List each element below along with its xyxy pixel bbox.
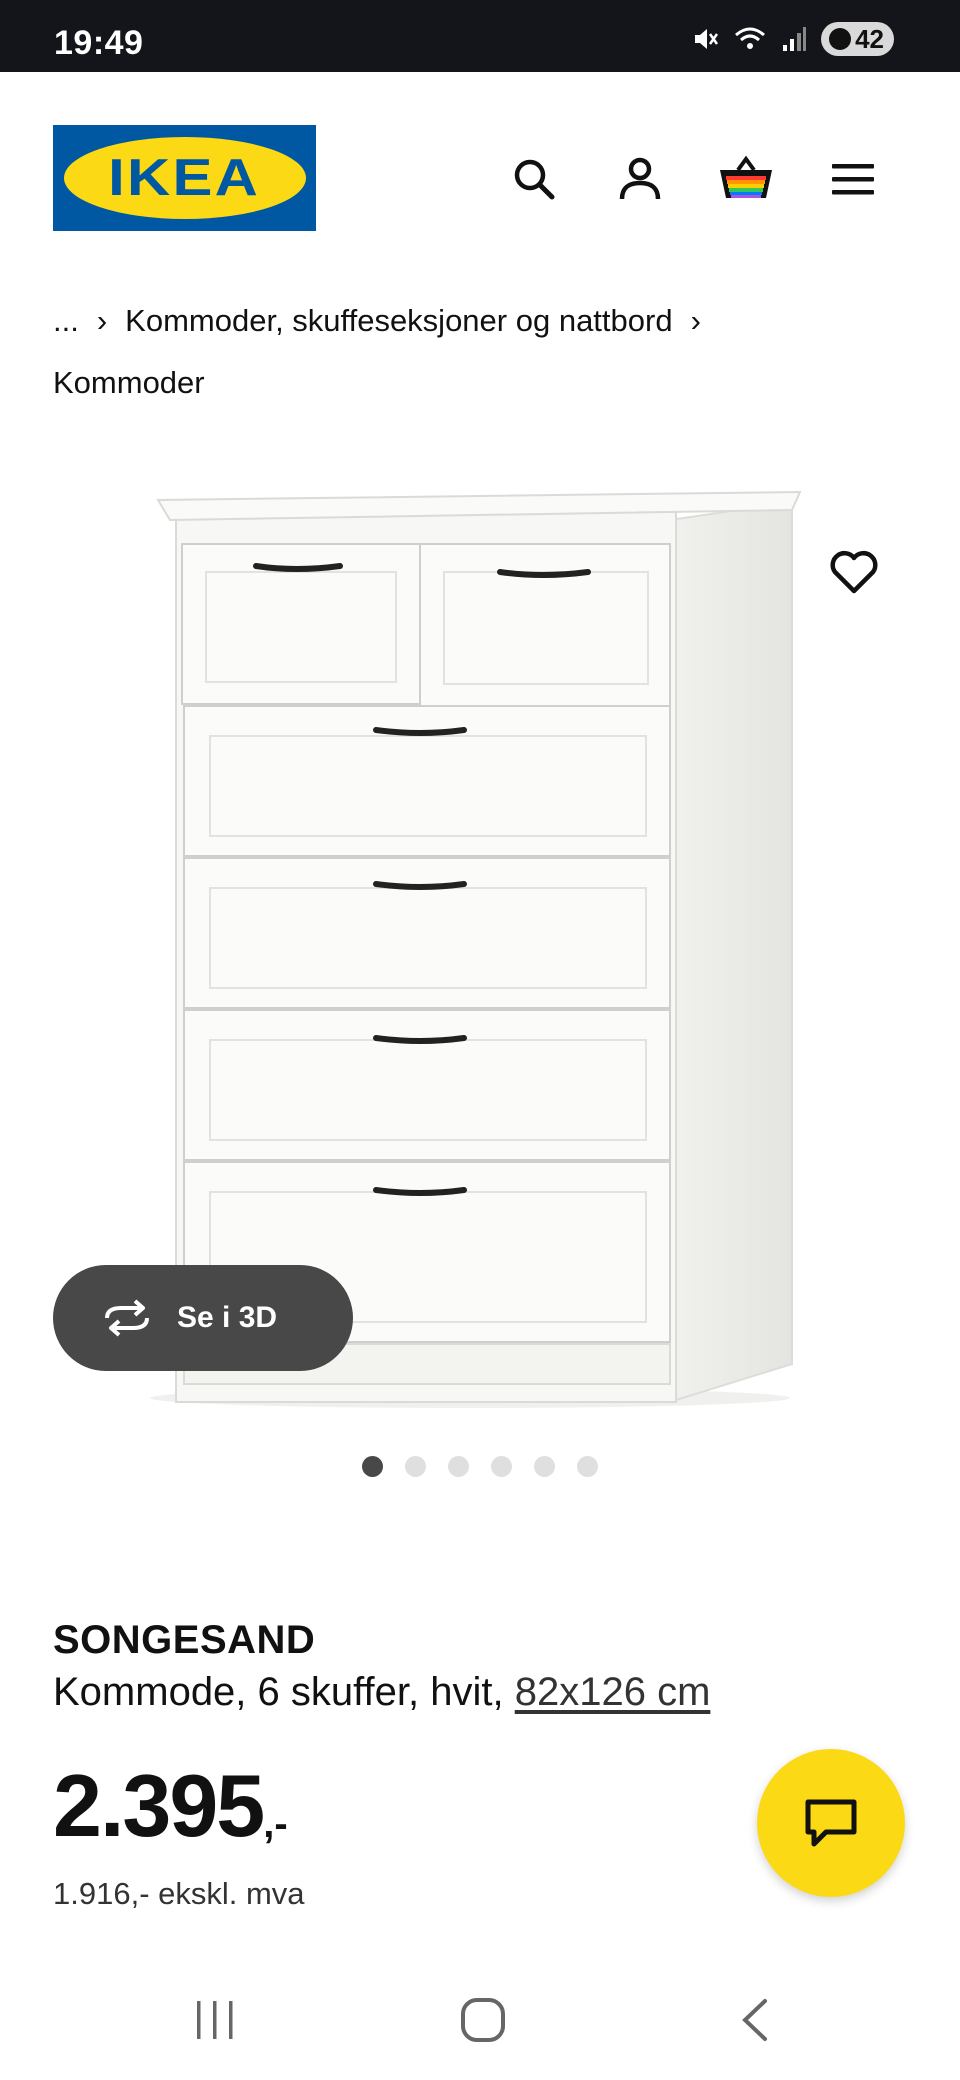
product-measurement-link[interactable]: 82x126 cm [515, 1670, 711, 1714]
mute-icon [695, 29, 719, 49]
recent-apps-icon[interactable] [175, 1990, 255, 2050]
product-name: SONGESAND [53, 1618, 316, 1662]
carousel-dot[interactable] [405, 1456, 426, 1477]
chevron-right-icon: › [690, 303, 701, 338]
view-3d-label: Se i 3D [177, 1301, 278, 1334]
rotate-3d-icon [105, 1299, 149, 1337]
status-bar: 19:49 42 [0, 0, 960, 72]
breadcrumb-link-current[interactable]: Kommoder [53, 352, 205, 414]
cart-icon[interactable] [714, 147, 778, 211]
system-nav-bar [0, 1960, 960, 2080]
back-icon[interactable] [714, 1990, 794, 2050]
battery-icon: 42 [821, 22, 894, 56]
status-time: 19:49 [54, 24, 144, 62]
breadcrumb-link-category[interactable]: Kommoder, skuffeseksjoner og nattbord [125, 290, 672, 352]
product-description: Kommode, 6 skuffer, hvit, 82x126 cm [53, 1670, 710, 1715]
signal-icon [783, 27, 807, 51]
product-description-text: Kommode, 6 skuffer, hvit, [53, 1670, 504, 1714]
profile-icon[interactable] [608, 147, 672, 211]
battery-saver-icon [829, 28, 852, 50]
status-icons: 42 [689, 22, 894, 56]
price-suffix: ,- [263, 1802, 288, 1846]
ikea-logo[interactable]: IKEA [53, 125, 316, 231]
wifi-icon [735, 27, 766, 49]
image-carousel-indicator [362, 1456, 598, 1477]
search-icon[interactable] [502, 147, 566, 211]
price-excl-vat: 1.916,- ekskl. mva [53, 1876, 305, 1911]
site-header: IKEA [0, 72, 960, 272]
carousel-dot[interactable] [362, 1456, 383, 1477]
carousel-dot[interactable] [448, 1456, 469, 1477]
chat-icon [805, 1799, 857, 1847]
battery-level: 42 [855, 23, 884, 54]
logo-text: IKEA [108, 149, 261, 207]
view-3d-button[interactable]: Se i 3D [53, 1265, 353, 1371]
logo-oval: IKEA [63, 137, 306, 219]
chevron-right-icon: › [96, 303, 108, 338]
menu-icon[interactable] [821, 147, 885, 211]
chat-button[interactable] [757, 1749, 905, 1897]
home-icon[interactable] [443, 1990, 523, 2050]
breadcrumb-ellipsis[interactable]: ... [53, 290, 79, 352]
carousel-dot[interactable] [577, 1456, 598, 1477]
carousel-dot[interactable] [491, 1456, 512, 1477]
price-value: 2.395 [53, 1756, 265, 1855]
product-price: 2.395 ,- [53, 1762, 288, 1850]
breadcrumb: ... › Kommoder, skuffeseksjoner og nattbor… [53, 290, 913, 414]
wishlist-heart-icon[interactable] [822, 540, 886, 604]
carousel-dot[interactable] [534, 1456, 555, 1477]
